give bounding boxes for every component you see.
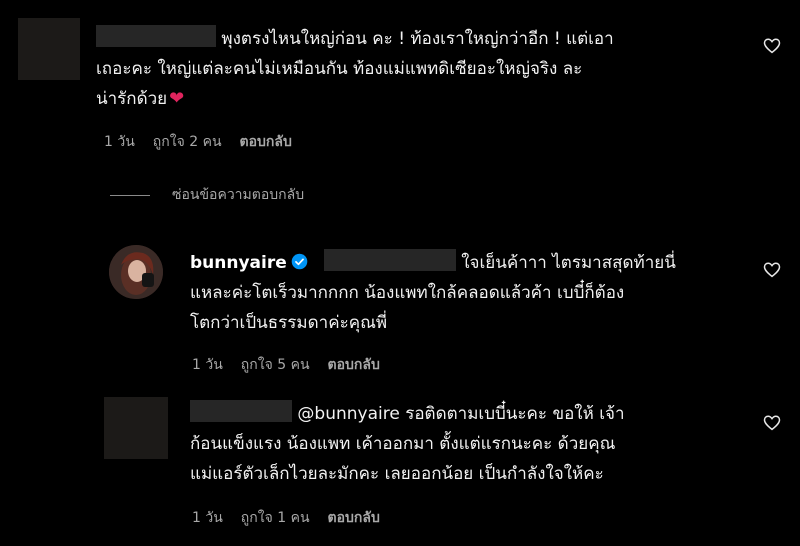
avatar[interactable] — [109, 245, 163, 299]
comments-panel: พุงตรงไหนใหญ่ก่อน คะ ! ท้องเราใหญ่กว่าอี… — [0, 0, 800, 546]
comment-username[interactable]: bunnyaire — [190, 253, 287, 273]
comment-time: 1 วัน — [192, 357, 223, 373]
redacted-username — [190, 400, 292, 422]
red-heart-emoji: ❤ — [169, 88, 185, 109]
avatar[interactable] — [18, 18, 80, 80]
heart-icon[interactable] — [763, 414, 781, 432]
comment-time: 1 วัน — [104, 134, 135, 150]
likes-count[interactable]: ถูกใจ 5 คน — [241, 354, 310, 376]
comment-meta: 1 วัน ถูกใจ 2 คน ตอบกลับ — [104, 131, 292, 153]
comment-body: @bunnyaire รอติดตามเบบี๋นะคะ ขอให้ เจ้า … — [190, 399, 750, 489]
avatar[interactable] — [104, 397, 168, 459]
avatar-image — [109, 245, 163, 299]
comment-text-line: โตกว่าเป็นธรรมดาค่ะคุณพี่ — [190, 313, 388, 333]
reply-button[interactable]: ตอบกลับ — [328, 354, 380, 376]
verified-badge-icon — [291, 253, 308, 270]
reply-button[interactable]: ตอบกลับ — [328, 507, 380, 529]
comment-meta: 1 วัน ถูกใจ 5 คน ตอบกลับ — [192, 354, 380, 376]
comment-body: bunnyaire ใจเย็นค้าาา ไตรมาสสุดท้ายนี่ แ… — [190, 248, 750, 338]
likes-count[interactable]: ถูกใจ 1 คน — [241, 507, 310, 529]
comment-meta: 1 วัน ถูกใจ 1 คน ตอบกลับ — [192, 507, 380, 529]
redacted-username — [96, 25, 216, 47]
comment-text-line: พุงตรงไหนใหญ่ก่อน คะ ! ท้องเราใหญ่กว่าอี… — [221, 29, 614, 49]
comment-text-line: แม่แอร์ตัวเล็กไวยละมักคะ เลยออกน้อย เป็น… — [190, 464, 604, 484]
divider-line — [110, 194, 150, 196]
reply-button[interactable]: ตอบกลับ — [240, 131, 292, 153]
comment-text-line: ใจเย็นค้าาา ไตรมาสสุดท้ายนี่ — [461, 253, 676, 273]
heart-icon[interactable] — [763, 261, 781, 279]
mention-link[interactable]: @bunnyaire — [297, 404, 399, 424]
comment-body: พุงตรงไหนใหญ่ก่อน คะ ! ท้องเราใหญ่กว่าอี… — [96, 24, 746, 114]
comment-text-line: เถอะคะ ใหญ่แต่ละคนไม่เหมือนกัน ท้องแม่แพ… — [96, 59, 583, 79]
comment-text-line: ก้อนแข็งแรง น้องแพท เค้าออกมา ตั้งแต่แรก… — [190, 434, 616, 454]
likes-count[interactable]: ถูกใจ 2 คน — [153, 131, 222, 153]
hide-replies-label: ซ่อนข้อความตอบกลับ — [172, 187, 305, 203]
redacted-username — [323, 249, 456, 271]
heart-icon[interactable] — [763, 37, 781, 55]
comment-text-line: แหละค่ะโตเร็วมากกกก น้องแพทใกล้คลอดแล้วค… — [190, 283, 625, 303]
comment-time: 1 วัน — [192, 510, 223, 526]
hide-replies-button[interactable]: ซ่อนข้อความตอบกลับ — [110, 184, 304, 206]
comment-text-line: รอติดตามเบบี๋นะคะ ขอให้ เจ้า — [399, 404, 625, 424]
comment-text-line: น่ารักด้วย — [96, 89, 168, 109]
